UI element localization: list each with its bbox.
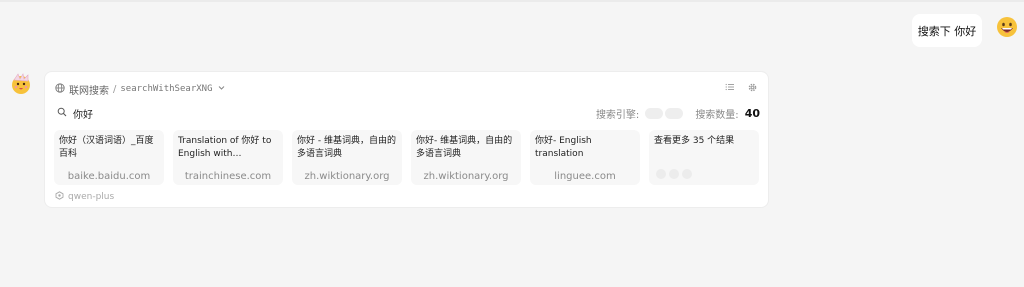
user-avatar[interactable] <box>996 16 1018 38</box>
search-icon <box>57 107 67 120</box>
favicon-placeholder <box>669 169 679 179</box>
result-item[interactable]: 你好（汉语词语）_百度百科 baike.baidu.com <box>54 130 164 185</box>
engine-pill <box>665 108 684 119</box>
more-results-label: 查看更多 35 个结果 <box>654 136 735 146</box>
favicon-placeholder <box>656 169 666 179</box>
more-results-favicons <box>656 169 692 179</box>
model-icon <box>55 191 64 203</box>
plugin-name: 联网搜索 <box>69 85 109 97</box>
assistant-avatar[interactable] <box>10 73 32 95</box>
result-title: 你好 - 维基词典，自由的多语言词典 <box>297 136 396 159</box>
model-name: qwen-plus <box>68 192 115 202</box>
user-message-bubble: 搜索下 你好 <box>912 14 982 47</box>
result-title: 你好- English translation <box>535 136 592 159</box>
result-title: 你好（汉语词语）_百度百科 <box>59 136 154 159</box>
result-site: zh.wiktionary.org <box>423 171 509 182</box>
favicon-placeholder <box>682 169 692 179</box>
results-count: 40 <box>744 107 760 120</box>
engine-pill <box>645 108 664 119</box>
engine-list <box>645 108 684 119</box>
result-item[interactable]: 你好- English translation linguee.com <box>530 130 640 185</box>
result-list: 你好（汉语词语）_百度百科 baike.baidu.com Translatio… <box>54 130 759 185</box>
result-site: linguee.com <box>554 171 616 182</box>
result-item[interactable]: Translation of 你好 to English with exampl… <box>173 130 283 185</box>
user-message-text: 搜索下 你好 <box>917 24 977 38</box>
grinning-face-icon <box>997 17 1017 37</box>
top-divider <box>0 0 1024 2</box>
chevron-down-icon[interactable] <box>217 83 226 95</box>
result-item[interactable]: 你好- 维基词典，自由的多语言词典 zh.wiktionary.org <box>411 130 521 185</box>
search-query-text: 你好 <box>73 110 93 121</box>
result-item[interactable]: 你好 - 维基词典，自由的多语言词典 zh.wiktionary.org <box>292 130 402 185</box>
model-tag: qwen-plus <box>55 191 114 203</box>
gear-icon[interactable] <box>746 81 758 93</box>
result-title: Translation of 你好 to English with exampl… <box>178 136 272 159</box>
plugin-separator: / <box>113 83 117 95</box>
search-result-card: 联网搜索 / searchWithSearXNG 你好 搜索引擎: 搜索数量: … <box>44 71 769 208</box>
result-site: baike.baidu.com <box>67 171 151 182</box>
results-count-label: 搜索数量: <box>695 110 739 121</box>
search-meta: 搜索引擎: 搜索数量: 40 <box>596 106 760 121</box>
plugin-header[interactable]: 联网搜索 / searchWithSearXNG <box>55 81 226 97</box>
result-title: 你好- 维基词典，自由的多语言词典 <box>416 136 513 159</box>
more-results-button[interactable]: 查看更多 35 个结果 <box>649 130 759 185</box>
card-actions <box>724 81 758 93</box>
plugin-identifier: searchWithSearXNG <box>120 84 213 94</box>
engines-label: 搜索引擎: <box>595 110 640 121</box>
result-site: trainchinese.com <box>184 171 272 182</box>
search-query: 你好 <box>57 106 93 121</box>
list-icon[interactable] <box>724 81 736 93</box>
result-site: zh.wiktionary.org <box>304 171 390 182</box>
party-face-icon <box>12 73 30 94</box>
globe-icon <box>55 82 65 96</box>
